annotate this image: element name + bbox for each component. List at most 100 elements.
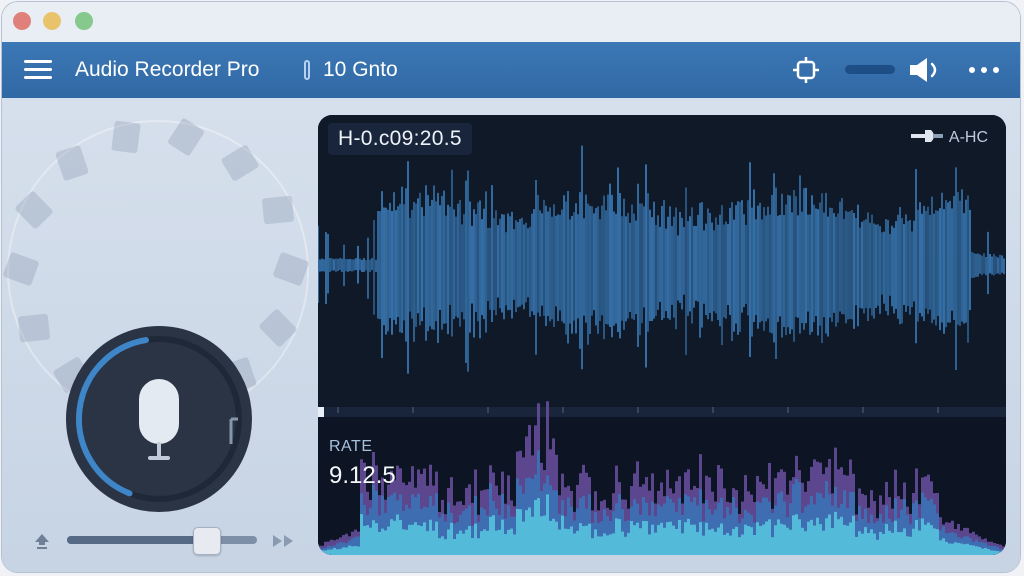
viewer-mode[interactable]: A-HC [910,129,988,147]
spectrum-band [864,527,867,555]
spectrum-band [342,547,345,555]
close-window-button[interactable] [13,12,31,30]
spectrum-band [831,528,834,555]
spectrum-band [936,529,939,555]
spectrum-band [816,517,819,555]
audio-plug-icon [910,130,943,142]
spectrum-band [696,531,699,555]
spectrum-band [543,515,546,555]
spectrum-band [912,528,915,555]
spectrum-band [423,522,426,555]
title-bar [2,2,1020,42]
record-dial[interactable] [64,324,254,514]
playback-slider[interactable] [67,527,257,555]
spectrum-band [777,519,780,555]
spectrum-band [513,534,516,555]
slider-thumb[interactable] [192,527,221,555]
timeline-ruler[interactable] [318,407,1006,417]
spectrum-band [990,550,993,555]
spectrum-band [357,546,360,555]
level-bar-icon[interactable] [845,64,895,76]
spectrum-band [378,531,381,555]
spectrum-band [942,538,945,555]
hamburger-menu-icon[interactable] [24,59,54,81]
spectrum-band [366,525,369,555]
spectrum-band [411,524,414,555]
spectrum-band [642,520,645,555]
spectrum-band [333,548,336,555]
speaker-volume-icon[interactable] [908,57,942,83]
spectrum-band [876,539,879,555]
spectrum-band [870,529,873,555]
spectrum-band [717,527,720,555]
playhead-marker[interactable] [318,407,324,417]
spectrum-band [939,540,942,555]
spectrum-band [978,547,981,555]
crosshair-target-icon[interactable] [792,56,820,84]
spectrum-band [792,515,795,555]
spectrum-band [321,550,324,555]
spectrum-band [420,526,423,555]
spectrum-band [432,530,435,555]
more-options-icon[interactable] [968,66,1002,74]
spectrum-band [906,536,909,555]
spectrum-band [504,533,507,555]
spectrum-band [405,529,408,555]
spectrum-band [489,516,492,555]
spectrum-band [438,538,441,555]
spectrum-band [399,519,402,555]
spectrum-band [861,533,864,555]
spectrum-band [528,507,531,555]
upload-arrow-icon[interactable] [33,532,51,550]
spectrum-band [750,527,753,555]
spectrum-band [606,535,609,555]
spectrum-band [732,528,735,555]
spectrum-band [459,530,462,555]
minimize-window-button[interactable] [43,12,61,30]
spectrum-band [498,529,501,555]
spectrum-band [630,520,633,555]
spectrum-band [741,534,744,555]
spectrum-band [561,515,564,555]
spectrum-band [522,521,525,555]
spectrum-band [933,528,936,555]
maximize-window-button[interactable] [75,12,93,30]
spectrum-band [471,538,474,555]
spectrum-band [594,529,597,555]
spectrum-band [381,528,384,555]
spectrum-band [483,529,486,555]
spectrum-band [819,524,822,555]
timecode-display: H-0.c09:20.5 [328,123,472,155]
spectrum-band [654,532,657,555]
spectrum-band [711,528,714,555]
spectrum-band [636,522,639,555]
spectrum-band [573,533,576,555]
waveform-viewer[interactable]: H-0.c09:20.5 A-HC RATE 9.12.5 [318,115,1006,555]
spectrum-band [447,529,450,555]
spectrum-band [603,533,606,555]
spectrum-band [402,529,405,555]
spectrum-band [999,551,1002,555]
spectrum-band [891,532,894,555]
spectrum-band [768,519,771,555]
spectrum-band [975,546,978,555]
spectrum-band [660,522,663,555]
rate-label: RATE [329,438,373,455]
spectrum-band [582,526,585,555]
spectrum-band [507,529,510,555]
spectrum-band [921,518,924,555]
spectrum-band [444,539,447,555]
spectrum-band [612,533,615,555]
spectrum-band [456,533,459,555]
waveform-display[interactable] [318,115,1006,555]
spectrum-band [681,533,684,555]
spectrum-band [1005,552,1006,555]
spectrum-band [576,530,579,555]
spectrum-band [981,548,984,555]
fast-forward-icon[interactable] [272,534,296,548]
spectrum-band [885,524,888,555]
spectrum-band [771,537,774,555]
spectrum-band [798,519,801,555]
spectrum-band [747,526,750,555]
spectrum-band [648,534,651,555]
